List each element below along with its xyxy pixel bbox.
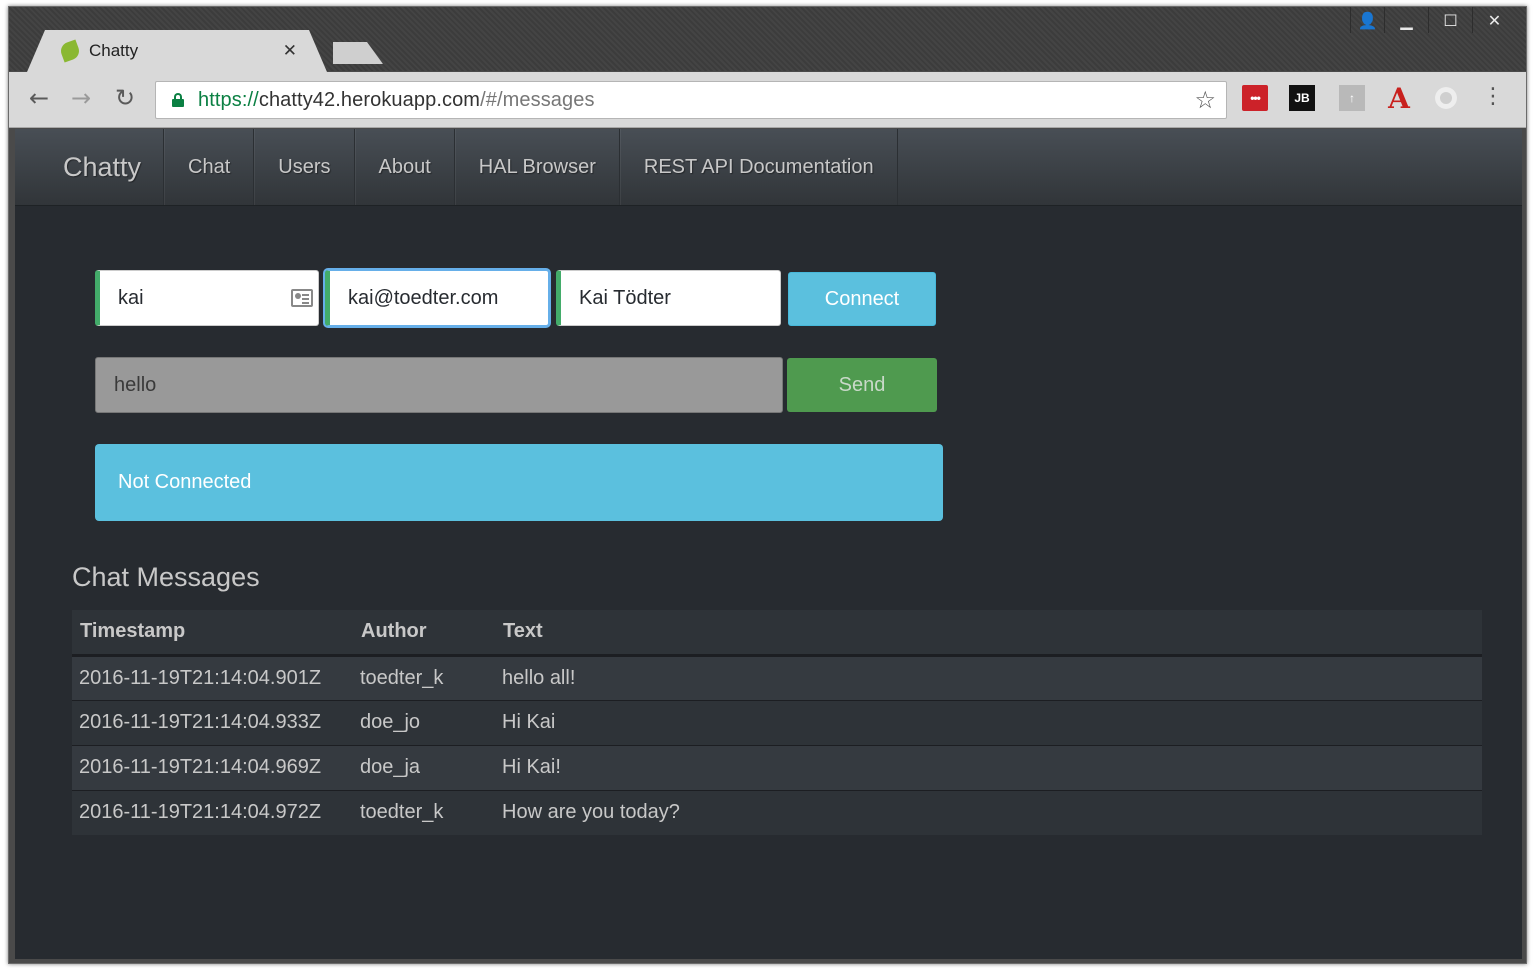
bookmark-star-icon[interactable]: ☆ [1194, 86, 1216, 114]
browser-tab[interactable]: Chatty ✕ [27, 30, 327, 72]
table-row: 2016-11-19T21:14:04.972Z toedter_k How a… [72, 789, 1482, 835]
back-arrow-icon[interactable]: ← [29, 84, 49, 112]
email-value: kai@toedter.com [348, 286, 499, 309]
nav-link-about[interactable]: About [354, 129, 455, 205]
new-tab-button[interactable] [325, 42, 383, 64]
text-cell: hello all! [495, 654, 1482, 700]
timestamp-cell: 2016-11-19T21:14:04.933Z [72, 699, 353, 745]
maximize-button[interactable]: ☐ [1428, 7, 1472, 33]
circle-extension-icon[interactable] [1433, 85, 1459, 111]
lock-icon [172, 93, 184, 107]
username-value: kai [118, 286, 144, 309]
navbar-brand[interactable]: Chatty [15, 129, 165, 205]
window-controls: 👤 ▁ ☐ ✕ [1350, 7, 1516, 33]
browser-toolbar: ← → ↻ https://chatty42.herokuapp.com/#/m… [9, 72, 1526, 128]
user-profile-icon[interactable]: 👤 [1350, 7, 1384, 33]
nav-link-chat[interactable]: Chat [164, 129, 255, 205]
tab-close-icon[interactable]: ✕ [283, 41, 297, 61]
address-bar[interactable]: https://chatty42.herokuapp.com/#/message… [155, 81, 1227, 119]
connect-button[interactable]: Connect [788, 272, 936, 326]
message-input[interactable]: hello [95, 357, 783, 413]
close-window-button[interactable]: ✕ [1472, 7, 1516, 33]
browser-window: 👤 ▁ ☐ ✕ Chatty ✕ ← → ↻ https://chatty42.… [8, 6, 1527, 964]
column-header-timestamp[interactable]: Timestamp [72, 610, 353, 657]
author-cell: toedter_k [353, 654, 495, 700]
timestamp-cell: 2016-11-19T21:14:04.972Z [72, 789, 353, 835]
author-cell: toedter_k [353, 789, 495, 835]
timestamp-cell: 2016-11-19T21:14:04.969Z [72, 744, 353, 790]
fullname-field[interactable]: Kai Tödter [556, 270, 781, 326]
timestamp-cell: 2016-11-19T21:14:04.901Z [72, 654, 353, 700]
column-header-author[interactable]: Author [353, 610, 495, 657]
page-content: Chatty Chat Users About HAL Browser REST… [15, 129, 1522, 959]
text-cell: How are you today? [495, 789, 1482, 835]
lastpass-extension-icon[interactable]: ••• [1242, 85, 1268, 111]
email-field[interactable]: kai@toedter.com [325, 270, 549, 326]
message-value: hello [114, 373, 157, 396]
table-row: 2016-11-19T21:14:04.933Z doe_jo Hi Kai [72, 699, 1482, 745]
top-navbar: Chatty Chat Users About HAL Browser REST… [15, 129, 1522, 206]
forward-arrow-icon[interactable]: → [71, 84, 91, 112]
leaf-favicon-icon [58, 39, 81, 62]
minimize-button[interactable]: ▁ [1384, 7, 1428, 33]
text-cell: Hi Kai! [495, 744, 1482, 790]
browser-menu-icon[interactable]: ⋮ [1482, 86, 1504, 108]
table-row: 2016-11-19T21:14:04.901Z toedter_k hello… [72, 654, 1482, 700]
connection-status-alert: Not Connected [95, 444, 943, 521]
chat-messages-heading: Chat Messages [72, 562, 260, 592]
fullname-value: Kai Tödter [579, 286, 671, 309]
tab-title: Chatty [89, 41, 139, 60]
title-bar: 👤 ▁ ☐ ✕ Chatty ✕ [9, 7, 1526, 71]
table-header-row: Timestamp Author Text [72, 610, 1482, 657]
url-text: https://chatty42.herokuapp.com/#/message… [198, 88, 595, 111]
text-cell: Hi Kai [495, 699, 1482, 745]
author-cell: doe_jo [353, 699, 495, 745]
nav-link-rest-api-docs[interactable]: REST API Documentation [619, 129, 898, 205]
nav-link-users[interactable]: Users [254, 129, 355, 205]
status-text: Not Connected [118, 471, 252, 493]
send-button[interactable]: Send [787, 358, 937, 412]
table-row: 2016-11-19T21:14:04.969Z doe_ja Hi Kai! [72, 744, 1482, 790]
author-cell: doe_ja [353, 744, 495, 790]
jetbrains-extension-icon[interactable]: JB [1289, 85, 1315, 111]
nav-link-hal-browser[interactable]: HAL Browser [454, 129, 620, 205]
messages-table: Timestamp Author Text 2016-11-19T21:14:0… [72, 610, 1482, 835]
contact-card-icon[interactable] [291, 289, 313, 307]
username-field[interactable]: kai [95, 270, 319, 326]
column-header-text[interactable]: Text [495, 610, 1482, 657]
acrobat-extension-icon[interactable]: A [1386, 82, 1412, 115]
upload-extension-icon[interactable]: ↑ [1339, 85, 1365, 111]
reload-icon[interactable]: ↻ [115, 84, 135, 112]
